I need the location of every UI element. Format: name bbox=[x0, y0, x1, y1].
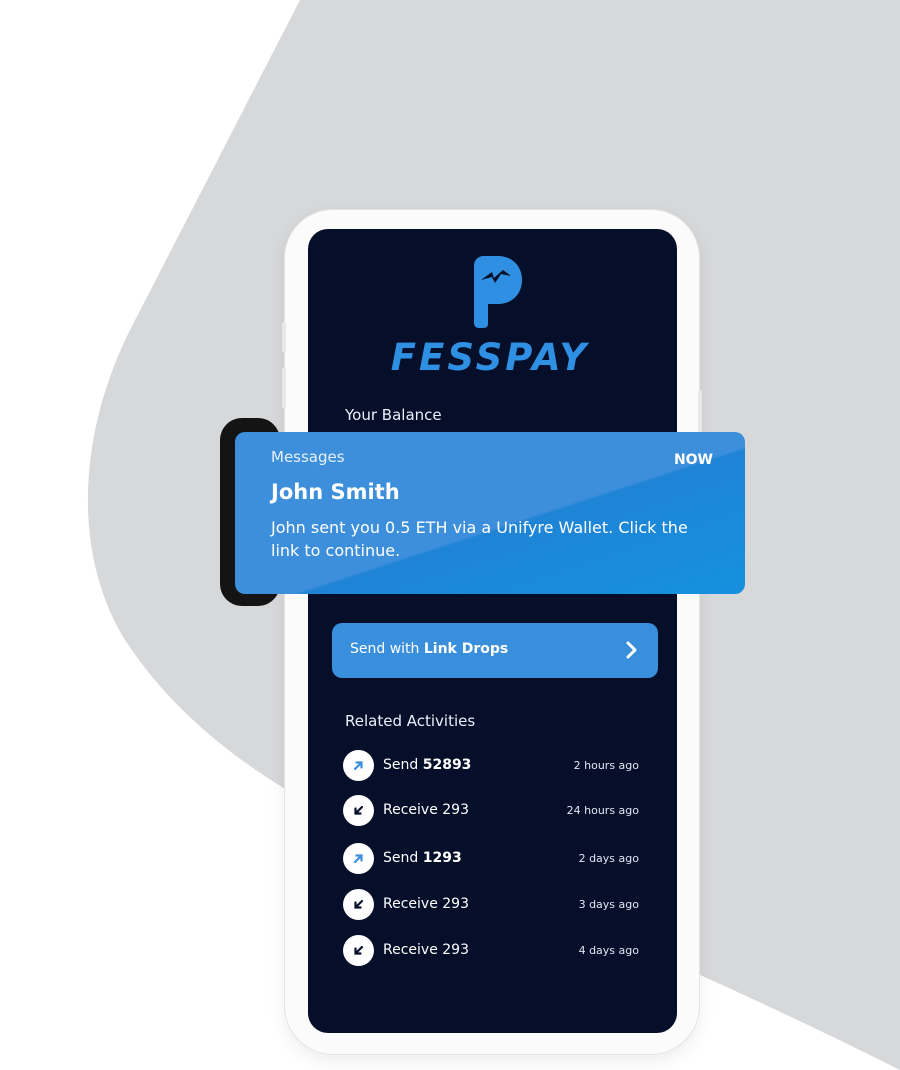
arrow-down-left-icon bbox=[343, 795, 374, 826]
activity-amount: 52893 bbox=[422, 757, 472, 773]
chevron-right-icon bbox=[626, 641, 637, 659]
activity-verb: Send bbox=[383, 850, 419, 866]
phone-side-button bbox=[282, 368, 286, 408]
send-link-drops-button[interactable]: Send with Link Drops bbox=[332, 623, 658, 678]
activity-label: Send 52893 bbox=[383, 757, 471, 773]
activity-verb: Receive 293 bbox=[383, 896, 469, 912]
activity-time: 2 days ago bbox=[578, 852, 639, 865]
activity-verb: Send bbox=[383, 757, 419, 773]
send-button-prefix: Send with bbox=[350, 641, 420, 657]
notification-time: NOW bbox=[673, 452, 713, 468]
activity-time: 4 days ago bbox=[578, 944, 639, 957]
activity-label: Receive 293 bbox=[383, 942, 469, 958]
activity-label: Receive 293 bbox=[383, 896, 469, 912]
activity-item[interactable]: Receive 293 3 days ago bbox=[343, 889, 643, 921]
activity-item[interactable]: Send 1293 2 days ago bbox=[343, 843, 643, 875]
related-activities-title: Related Activities bbox=[345, 712, 476, 730]
arrow-up-right-icon bbox=[343, 843, 374, 874]
notification-body: John sent you 0.5 ETH via a Unifyre Wall… bbox=[271, 518, 688, 560]
brand-name: FESSPAY bbox=[390, 336, 590, 379]
activity-item[interactable]: Send 52893 2 hours ago bbox=[343, 750, 643, 782]
activity-verb: Receive 293 bbox=[383, 802, 469, 818]
notification-sender: John Smith bbox=[271, 480, 400, 504]
activity-label: Send 1293 bbox=[383, 850, 462, 866]
arrow-down-left-icon bbox=[343, 889, 374, 920]
activity-verb: Receive 293 bbox=[383, 942, 469, 958]
fesspay-p-logo-icon bbox=[474, 256, 522, 328]
notification-app-name: Messages bbox=[271, 448, 345, 466]
arrow-up-right-icon bbox=[343, 750, 374, 781]
phone-side-button bbox=[282, 322, 286, 352]
activity-amount: 1293 bbox=[422, 850, 462, 866]
activity-label: Receive 293 bbox=[383, 802, 469, 818]
activity-time: 3 days ago bbox=[578, 898, 639, 911]
arrow-down-left-icon bbox=[343, 935, 374, 966]
activity-item[interactable]: Receive 293 24 hours ago bbox=[343, 795, 643, 827]
message-notification[interactable]: Messages NOW John Smith John sent you 0.… bbox=[235, 432, 745, 594]
send-button-label: Send with Link Drops bbox=[350, 641, 508, 657]
balance-label: Your Balance bbox=[345, 406, 442, 424]
activity-time: 2 hours ago bbox=[573, 759, 639, 772]
activity-time: 24 hours ago bbox=[566, 804, 639, 817]
send-button-emphasis: Link Drops bbox=[423, 641, 509, 657]
activity-item[interactable]: Receive 293 4 days ago bbox=[343, 935, 643, 967]
